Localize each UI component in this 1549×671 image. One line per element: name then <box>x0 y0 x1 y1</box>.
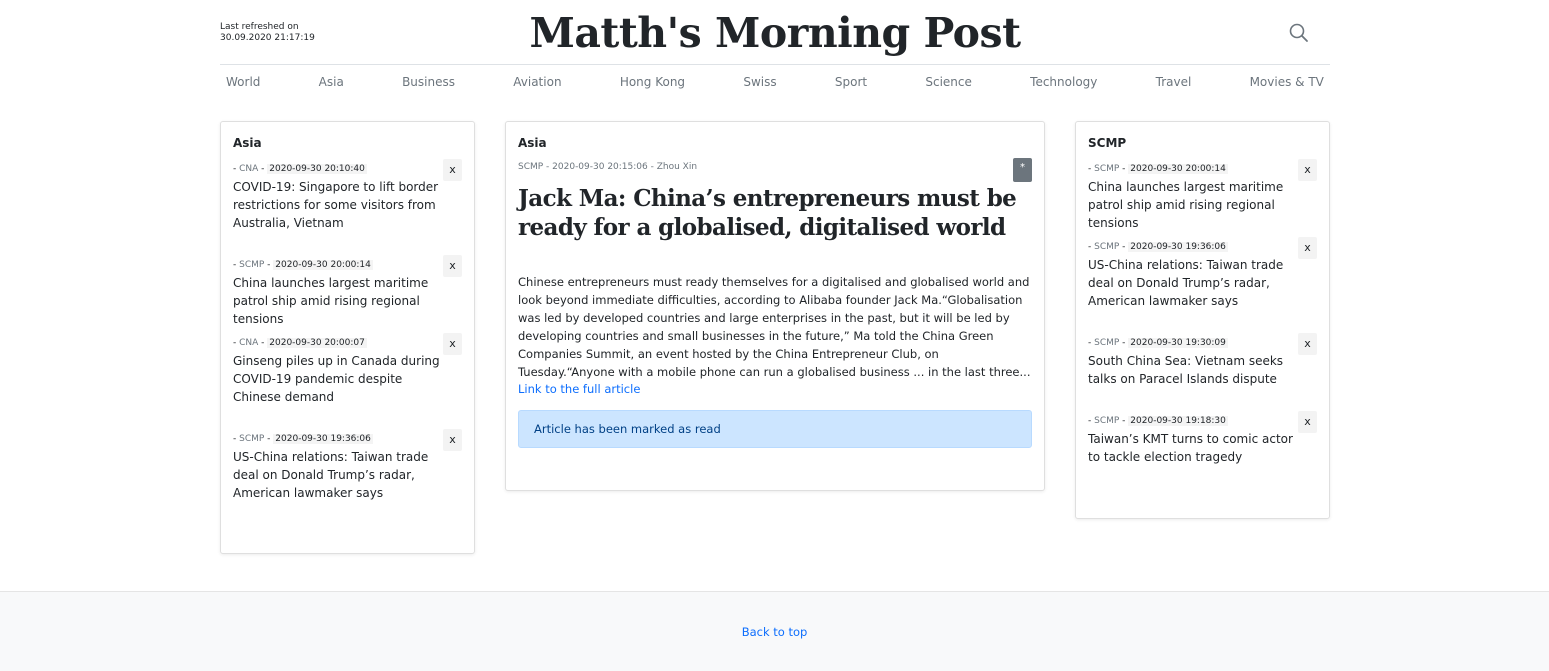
item-meta: - SCMP - 2020-09-30 19:18:30 <box>1088 416 1228 426</box>
page-footer: Back to top <box>0 591 1549 671</box>
item-headline[interactable]: China launches largest maritime patrol s… <box>233 274 448 328</box>
item-date: 2020-09-30 20:10:40 <box>267 164 367 174</box>
item-headline[interactable]: Taiwan’s KMT turns to comic actor to tac… <box>1088 430 1303 466</box>
dismiss-button[interactable]: x <box>443 333 462 355</box>
nav-swiss[interactable]: Swiss <box>737 75 782 89</box>
category-nav: World Asia Business Aviation Hong Kong S… <box>220 64 1330 100</box>
nav-business[interactable]: Business <box>396 75 461 89</box>
item-headline[interactable]: China launches largest maritime patrol s… <box>1088 178 1303 232</box>
nav-science[interactable]: Science <box>919 75 978 89</box>
item-source: SCMP <box>1094 416 1120 426</box>
item-date: 2020-09-30 20:00:14 <box>273 260 373 270</box>
dismiss-button[interactable]: x <box>1298 333 1317 355</box>
item-date: 2020-09-30 19:36:06 <box>1128 242 1228 252</box>
panel-title: SCMP <box>1088 136 1127 150</box>
item-date: 2020-09-30 19:30:09 <box>1128 338 1228 348</box>
item-meta: - SCMP - 2020-09-30 19:36:06 <box>1088 242 1228 252</box>
dismiss-button[interactable]: x <box>443 159 462 181</box>
item-source: SCMP <box>1094 242 1120 252</box>
asia-news-panel: Asia - CNA - 2020-09-30 20:10:40 COVID-1… <box>220 121 475 554</box>
item-meta: - CNA - 2020-09-30 20:10:40 <box>233 164 367 174</box>
item-source: SCMP <box>1094 164 1120 174</box>
item-meta: - SCMP - 2020-09-30 20:00:14 <box>1088 164 1228 174</box>
scmp-news-panel: SCMP - SCMP - 2020-09-30 20:00:14 China … <box>1075 121 1330 519</box>
dismiss-button[interactable]: x <box>1298 237 1317 259</box>
nav-travel[interactable]: Travel <box>1150 75 1198 89</box>
item-source: SCMP <box>239 260 265 270</box>
list-item: - SCMP - 2020-09-30 19:18:30 Taiwan’s KM… <box>1088 416 1303 466</box>
dismiss-button[interactable]: x <box>1298 159 1317 181</box>
nav-asia[interactable]: Asia <box>313 75 350 89</box>
item-headline[interactable]: Ginseng piles up in Canada during COVID-… <box>233 352 448 406</box>
item-date: 2020-09-30 20:00:14 <box>1128 164 1228 174</box>
article-body: Chinese entrepreneurs must ready themsel… <box>518 275 1031 379</box>
nav-aviation[interactable]: Aviation <box>507 75 567 89</box>
item-meta: - SCMP - 2020-09-30 19:36:06 <box>233 434 373 444</box>
article-category: Asia <box>518 136 547 150</box>
article-meta: SCMP - 2020-09-30 20:15:06 - Zhou Xin <box>518 162 698 172</box>
item-source: SCMP <box>239 434 265 444</box>
nav-hong-kong[interactable]: Hong Kong <box>614 75 691 89</box>
item-date: 2020-09-30 20:00:07 <box>267 338 367 348</box>
full-article-link[interactable]: Link to the full article <box>518 382 640 396</box>
list-item: - CNA - 2020-09-30 20:00:07 Ginseng pile… <box>233 338 448 406</box>
nav-world[interactable]: World <box>220 75 266 89</box>
dismiss-button[interactable]: x <box>1298 411 1317 433</box>
back-to-top-link[interactable]: Back to top <box>0 625 1549 639</box>
item-date: 2020-09-30 19:36:06 <box>273 434 373 444</box>
item-meta: - SCMP - 2020-09-30 20:00:14 <box>233 260 373 270</box>
dismiss-button[interactable]: x <box>443 255 462 277</box>
item-headline[interactable]: South China Sea: Vietnam seeks talks on … <box>1088 352 1303 388</box>
item-headline[interactable]: US-China relations: Taiwan trade deal on… <box>1088 256 1303 310</box>
list-item: - SCMP - 2020-09-30 19:36:06 US-China re… <box>233 434 448 502</box>
mark-button[interactable]: * <box>1013 158 1032 182</box>
item-source: CNA <box>239 164 259 174</box>
list-item: - SCMP - 2020-09-30 20:00:14 China launc… <box>233 260 448 328</box>
item-date: 2020-09-30 19:18:30 <box>1128 416 1228 426</box>
nav-sport[interactable]: Sport <box>829 75 873 89</box>
site-title[interactable]: Matth's Morning Post <box>220 6 1330 60</box>
list-item: - CNA - 2020-09-30 20:10:40 COVID-19: Si… <box>233 164 448 232</box>
search-icon[interactable] <box>1288 22 1310 44</box>
item-meta: - SCMP - 2020-09-30 19:30:09 <box>1088 338 1228 348</box>
site-header: Last refreshed on 30.09.2020 21:17:19 Ma… <box>220 0 1330 65</box>
item-meta: - CNA - 2020-09-30 20:00:07 <box>233 338 367 348</box>
featured-article-card: Asia SCMP - 2020-09-30 20:15:06 - Zhou X… <box>505 121 1045 491</box>
item-headline[interactable]: COVID-19: Singapore to lift border restr… <box>233 178 448 232</box>
nav-movies-tv[interactable]: Movies & TV <box>1244 75 1330 89</box>
list-item: - SCMP - 2020-09-30 19:30:09 South China… <box>1088 338 1303 388</box>
nav-technology[interactable]: Technology <box>1024 75 1103 89</box>
list-item: - SCMP - 2020-09-30 20:00:14 China launc… <box>1088 164 1303 232</box>
item-source: CNA <box>239 338 259 348</box>
list-item: - SCMP - 2020-09-30 19:36:06 US-China re… <box>1088 242 1303 310</box>
marked-read-alert: Article has been marked as read <box>518 410 1032 448</box>
item-source: SCMP <box>1094 338 1120 348</box>
article-title: Jack Ma: China’s entrepreneurs must be r… <box>518 185 1017 241</box>
dismiss-button[interactable]: x <box>443 429 462 451</box>
panel-title: Asia <box>233 136 262 150</box>
item-headline[interactable]: US-China relations: Taiwan trade deal on… <box>233 448 448 502</box>
